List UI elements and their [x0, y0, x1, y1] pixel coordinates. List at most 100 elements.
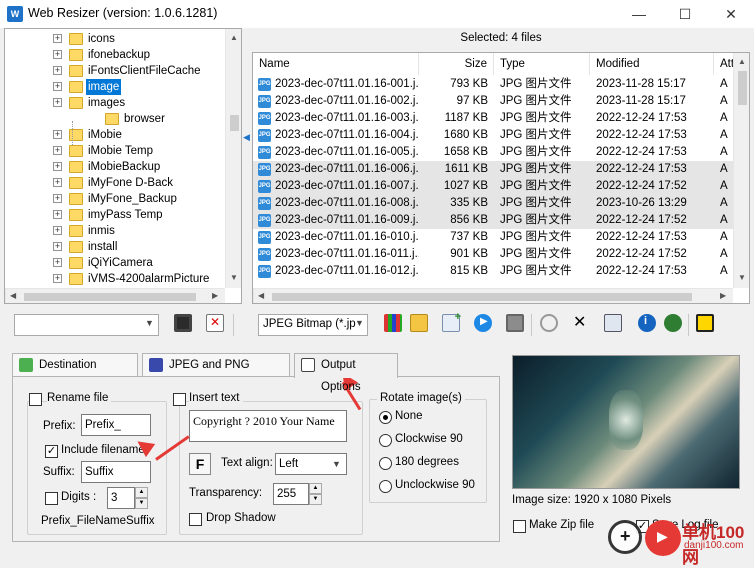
- file-row[interactable]: JPG 2023-dec-07t11.01.16-011.j... 901 KB JP…: [253, 246, 733, 263]
- rotate-radio[interactable]: [379, 480, 392, 493]
- remove-icon[interactable]: ✕: [570, 314, 588, 332]
- column-header-modified[interactable]: Modified: [590, 53, 714, 75]
- digits-checkbox[interactable]: [45, 492, 58, 505]
- drop-shadow-checkbox[interactable]: [189, 513, 202, 526]
- tree-horizontal-scrollbar[interactable]: ◀ ▶: [5, 288, 225, 303]
- expand-icon[interactable]: +: [53, 66, 62, 75]
- format-select[interactable]: JPEG Bitmap (*.jp ▼: [258, 314, 368, 336]
- expand-icon[interactable]: +: [53, 242, 62, 251]
- tree-item[interactable]: + ifonebackup: [5, 47, 223, 63]
- tree-item[interactable]: + iVMS-4200alarmPicture: [5, 271, 223, 287]
- insert-text-checkbox[interactable]: [173, 393, 186, 406]
- tree-item[interactable]: browser: [5, 111, 223, 127]
- profile-select[interactable]: ▼: [14, 314, 159, 336]
- text-align-select[interactable]: Left ▼: [275, 453, 347, 475]
- file-list-horizontal-scrollbar[interactable]: ◀ ▶: [253, 288, 733, 303]
- tree-hscroll-thumb[interactable]: [24, 293, 196, 301]
- play-icon[interactable]: ▶: [474, 314, 492, 332]
- web-icon[interactable]: [664, 314, 682, 332]
- expand-icon[interactable]: +: [53, 258, 62, 267]
- suffix-input[interactable]: Suffix: [81, 461, 151, 483]
- scroll-down-icon[interactable]: ▼: [230, 273, 238, 282]
- tree-item[interactable]: + iMobie: [5, 127, 223, 143]
- tree-vertical-scrollbar[interactable]: ▲ ▼: [225, 29, 241, 288]
- maximize-button[interactable]: ☐: [662, 0, 708, 28]
- tree-item[interactable]: + image: [5, 79, 223, 95]
- expand-icon[interactable]: +: [53, 162, 62, 171]
- save-icon[interactable]: [174, 314, 192, 332]
- tree-item[interactable]: + iFontsClientFileCache: [5, 63, 223, 79]
- transparency-input[interactable]: 255: [273, 483, 309, 505]
- expand-icon[interactable]: +: [53, 34, 62, 43]
- tab-destination-settings[interactable]: Destination Settings: [12, 353, 138, 393]
- column-header-name[interactable]: Name: [253, 53, 419, 75]
- file-row[interactable]: JPG 2023-dec-07t11.01.16-005.j... 1658 KB J…: [253, 144, 733, 161]
- tree-item[interactable]: + icons: [5, 31, 223, 47]
- file-list-vertical-scrollbar[interactable]: ▲ ▼: [733, 53, 749, 288]
- tree-item[interactable]: + inmis: [5, 223, 223, 239]
- file-row[interactable]: JPG 2023-dec-07t11.01.16-004.j... 1680 KB J…: [253, 127, 733, 144]
- font-button[interactable]: F: [189, 453, 211, 475]
- make-zip-checkbox[interactable]: [513, 520, 526, 533]
- file-row[interactable]: JPG 2023-dec-07t11.01.16-010.j... 737 KB JP…: [253, 229, 733, 246]
- file-row[interactable]: JPG 2023-dec-07t11.01.16-002.j... 97 KB JPG…: [253, 93, 733, 110]
- scroll-down-icon[interactable]: ▼: [738, 273, 746, 282]
- expand-icon[interactable]: +: [53, 130, 62, 139]
- expand-icon[interactable]: +: [53, 274, 62, 283]
- zoom-icon[interactable]: [540, 314, 558, 332]
- column-header-type[interactable]: Type: [494, 53, 590, 75]
- delete-profile-icon[interactable]: ✕: [206, 314, 224, 332]
- exit-icon[interactable]: [696, 314, 714, 332]
- transparency-up-icon[interactable]: ▲: [309, 483, 322, 494]
- transparency-down-icon[interactable]: ▼: [309, 494, 322, 505]
- stop-icon[interactable]: [506, 314, 524, 332]
- file-row[interactable]: JPG 2023-dec-07t11.01.16-003.j... 1187 KB J…: [253, 110, 733, 127]
- expand-icon[interactable]: +: [53, 98, 62, 107]
- rotate-radio[interactable]: [379, 457, 392, 470]
- rotate-radio[interactable]: [379, 434, 392, 447]
- file-row[interactable]: JPG 2023-dec-07t11.01.16-009.j... 856 KB JP…: [253, 212, 733, 229]
- tree-item[interactable]: + images: [5, 95, 223, 111]
- minimize-button[interactable]: —: [616, 0, 662, 28]
- rename-file-checkbox[interactable]: [29, 393, 42, 406]
- scroll-right-icon[interactable]: ▶: [212, 291, 218, 300]
- rotate-radio[interactable]: [379, 411, 392, 424]
- expand-icon[interactable]: +: [53, 146, 62, 155]
- tree-item[interactable]: + iQiYiCamera: [5, 255, 223, 271]
- expand-icon[interactable]: +: [53, 50, 62, 59]
- add-files-icon[interactable]: +: [442, 311, 461, 332]
- column-header-size[interactable]: Size: [419, 53, 494, 75]
- expand-icon[interactable]: +: [53, 226, 62, 235]
- expand-icon[interactable]: +: [53, 194, 62, 203]
- tree-scroll-thumb[interactable]: [230, 115, 239, 131]
- digits-down-icon[interactable]: ▼: [135, 498, 148, 509]
- expand-icon[interactable]: +: [53, 210, 62, 219]
- insert-text-input[interactable]: Copyright ? 2010 Your Name: [189, 410, 347, 442]
- scroll-up-icon[interactable]: ▲: [230, 33, 238, 42]
- scroll-left-icon[interactable]: ◀: [10, 291, 16, 300]
- collapse-left-icon[interactable]: ◀: [243, 132, 250, 143]
- folder-tree[interactable]: + icons + ifonebackup + iFontsClientFileCache…: [4, 28, 242, 304]
- tree-item[interactable]: + iMyFone_Backup: [5, 191, 223, 207]
- pane-splitter[interactable]: ◀: [243, 28, 251, 304]
- expand-icon[interactable]: +: [53, 178, 62, 187]
- prefix-input[interactable]: Prefix_: [81, 414, 151, 436]
- file-scroll-thumb[interactable]: [738, 71, 747, 105]
- file-row[interactable]: JPG 2023-dec-07t11.01.16-006.j... 1611 KB J…: [253, 161, 733, 178]
- tree-item[interactable]: + iMobieBackup: [5, 159, 223, 175]
- grid-view-icon[interactable]: [384, 314, 402, 332]
- copy-icon[interactable]: [410, 314, 428, 332]
- scroll-up-icon[interactable]: ▲: [738, 57, 746, 66]
- tree-item[interactable]: + iMyFone D-Back: [5, 175, 223, 191]
- include-filename-checkbox[interactable]: ✓: [45, 445, 58, 458]
- digits-up-icon[interactable]: ▲: [135, 487, 148, 498]
- tree-item[interactable]: + imyPass Temp: [5, 207, 223, 223]
- file-list[interactable]: ^ Name Size Type Modified Att JPG2023-de…: [252, 52, 750, 304]
- expand-icon[interactable]: +: [53, 82, 62, 91]
- tab-output-options[interactable]: Output Options: [294, 353, 398, 393]
- file-row[interactable]: JPG 2023-dec-07t11.01.16-012.j... 815 KB JP…: [253, 263, 733, 280]
- file-row[interactable]: JPG 2023-dec-07t11.01.16-008.j... 335 KB JP…: [253, 195, 733, 212]
- file-row[interactable]: JPG 2023-dec-07t11.01.16-007.j... 1027 KB J…: [253, 178, 733, 195]
- scroll-right-icon[interactable]: ▶: [720, 291, 726, 300]
- file-row[interactable]: JPG 2023-dec-07t11.01.16-001.j... 793 KB JP…: [253, 76, 733, 93]
